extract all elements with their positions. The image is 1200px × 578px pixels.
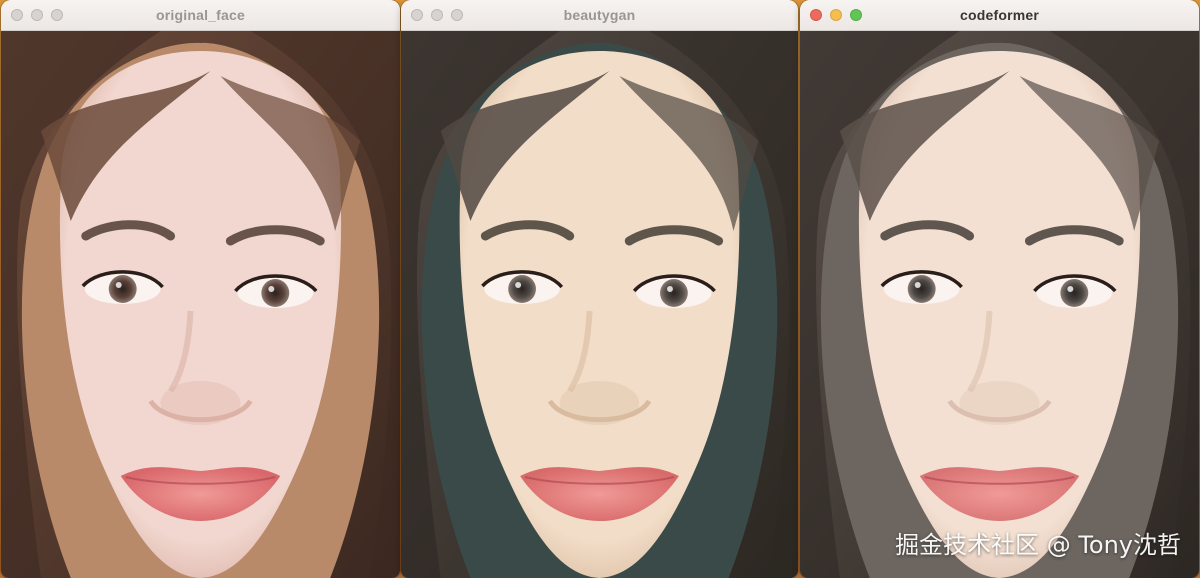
traffic-lights xyxy=(411,9,463,21)
minimize-icon[interactable] xyxy=(31,9,43,21)
minimize-icon[interactable] xyxy=(431,9,443,21)
traffic-lights xyxy=(810,9,862,21)
face-photo xyxy=(401,31,798,578)
minimize-icon[interactable] xyxy=(830,9,842,21)
window-title: beautygan xyxy=(563,7,636,23)
close-icon[interactable] xyxy=(411,9,423,21)
face-photo-holder xyxy=(800,31,1199,578)
window-titlebar[interactable]: codeformer xyxy=(800,0,1199,31)
face-photo xyxy=(1,31,400,578)
window-beautygan[interactable]: beautygan xyxy=(401,0,798,578)
image-canvas xyxy=(401,31,798,578)
face-photo xyxy=(800,31,1199,578)
image-canvas: 掘金技术社区 @ Tony沈哲 xyxy=(800,31,1199,578)
window-title: original_face xyxy=(156,7,245,23)
window-title: codeformer xyxy=(959,7,1040,23)
watermark-text: 掘金技术社区 @ Tony沈哲 xyxy=(895,531,1181,559)
maximize-icon[interactable] xyxy=(850,9,862,21)
maximize-icon[interactable] xyxy=(51,9,63,21)
face-photo-holder xyxy=(1,31,400,578)
window-original-face[interactable]: original_face xyxy=(1,0,400,578)
window-titlebar[interactable]: original_face xyxy=(1,0,400,31)
desktop: original_face beautygan codeformer 掘金技术社… xyxy=(0,0,1200,578)
face-photo-holder xyxy=(401,31,798,578)
image-canvas xyxy=(1,31,400,578)
window-codeformer[interactable]: codeformer 掘金技术社区 @ Tony沈哲 xyxy=(800,0,1199,578)
window-titlebar[interactable]: beautygan xyxy=(401,0,798,31)
close-icon[interactable] xyxy=(11,9,23,21)
close-icon[interactable] xyxy=(810,9,822,21)
traffic-lights xyxy=(11,9,63,21)
maximize-icon[interactable] xyxy=(451,9,463,21)
